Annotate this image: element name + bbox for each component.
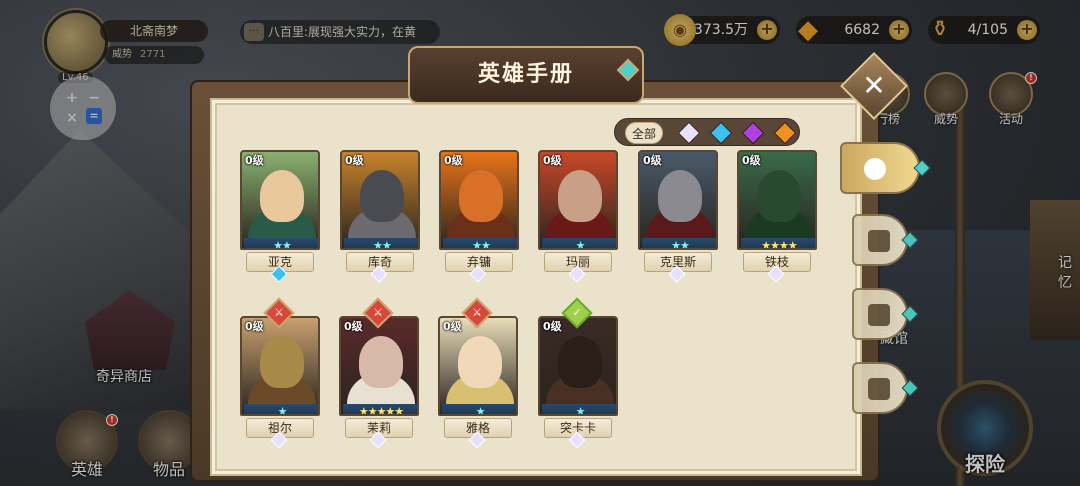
dialog-title: 英雄手册 (408, 46, 644, 104)
hero-stars: ★ (542, 404, 616, 414)
quality-filter-bar: 全部 (614, 118, 800, 146)
hero-face (558, 170, 602, 222)
hero-face (558, 336, 602, 388)
hero-face (658, 170, 702, 222)
hero-level: 0级 (543, 320, 562, 333)
hero-portrait: 0级 ★★ (340, 150, 420, 250)
hero-level: 0级 (245, 154, 264, 167)
hero-stars: ★★★★★ (343, 404, 417, 414)
badge-glyph: ⚔ (274, 306, 284, 319)
grid-icon (864, 158, 886, 180)
hero-level: 0级 (344, 320, 363, 333)
hero-portrait: 0级 ★ (538, 316, 618, 416)
hero-stars: ★ (244, 404, 318, 414)
hero-portrait: 0级 ★★ (439, 150, 519, 250)
hero-face (260, 170, 304, 222)
hero-face (757, 170, 801, 222)
tab-all-heroes[interactable] (840, 142, 931, 194)
hero-level: 0级 (444, 154, 463, 167)
sword-icon (868, 304, 890, 326)
filter-purple-gem-icon[interactable] (741, 121, 765, 145)
tab-support[interactable] (852, 362, 919, 414)
hero-level: 0级 (345, 154, 364, 167)
badge-glyph: ⚔ (373, 306, 383, 319)
filter-white-gem-icon[interactable] (677, 121, 701, 145)
shield-icon (868, 230, 890, 252)
hero-level: 0级 (245, 320, 264, 333)
hero-card[interactable]: 0级 ★ 祖尔 ⚔ (240, 297, 320, 449)
hero-stars: ★★ (443, 238, 517, 248)
hero-portrait: 0级 ★★★★ (737, 150, 817, 250)
hero-level: 0级 (742, 154, 761, 167)
hero-card[interactable]: 0级 ★★★★ 铁枝 (737, 150, 817, 283)
hero-card[interactable]: 0级 ★★ 弃镛 (439, 150, 519, 283)
hero-face (360, 170, 404, 222)
close-icon: ✕ (862, 69, 886, 102)
hero-card[interactable]: 0级 ★★ 亚克 (240, 150, 320, 283)
hero-card[interactable]: 0级 ★ 玛丽 (538, 150, 618, 283)
filter-orange-gem-icon[interactable] (773, 121, 797, 145)
hero-portrait: 0级 ★★★★★ (339, 316, 419, 416)
badge-glyph: ⚔ (472, 306, 482, 319)
hero-portrait: 0级 ★ (538, 150, 618, 250)
hero-level: 0级 (443, 320, 462, 333)
hero-card[interactable]: 0级 ★ 突卡卡 ✓ (538, 297, 618, 449)
hero-stars: ★ (542, 238, 616, 248)
hero-portrait: 0级 ★ (240, 316, 320, 416)
hero-card[interactable]: 0级 ★★★★★ 茉莉 ⚔ (339, 297, 419, 449)
heart-icon (868, 378, 890, 400)
hero-portrait: 0级 ★★ (638, 150, 718, 250)
filter-blue-gem-icon[interactable] (709, 121, 733, 145)
hero-card[interactable]: 0级 ★★ 库奇 (340, 150, 420, 283)
hero-face (458, 336, 502, 388)
hero-face (260, 336, 304, 388)
hero-stars: ★★★★ (741, 238, 815, 248)
hero-stars: ★★ (642, 238, 716, 248)
hero-level: 0级 (543, 154, 562, 167)
hero-card[interactable]: 0级 ★ 雅格 ⚔ (438, 297, 518, 449)
hero-stars: ★★ (344, 238, 418, 248)
hero-face (459, 170, 503, 222)
badge-glyph: ✓ (572, 306, 582, 319)
hero-stars: ★ (442, 404, 516, 414)
hero-stars: ★★ (244, 238, 318, 248)
tab-warrior[interactable] (852, 288, 919, 340)
hero-level: 0级 (643, 154, 662, 167)
hero-portrait: 0级 ★★ (240, 150, 320, 250)
hero-face (359, 336, 403, 388)
filter-all-button[interactable]: 全部 (625, 122, 664, 144)
hero-portrait: 0级 ★ (438, 316, 518, 416)
tab-tank[interactable] (852, 214, 919, 266)
hero-card[interactable]: 0级 ★★ 克里斯 (638, 150, 718, 283)
